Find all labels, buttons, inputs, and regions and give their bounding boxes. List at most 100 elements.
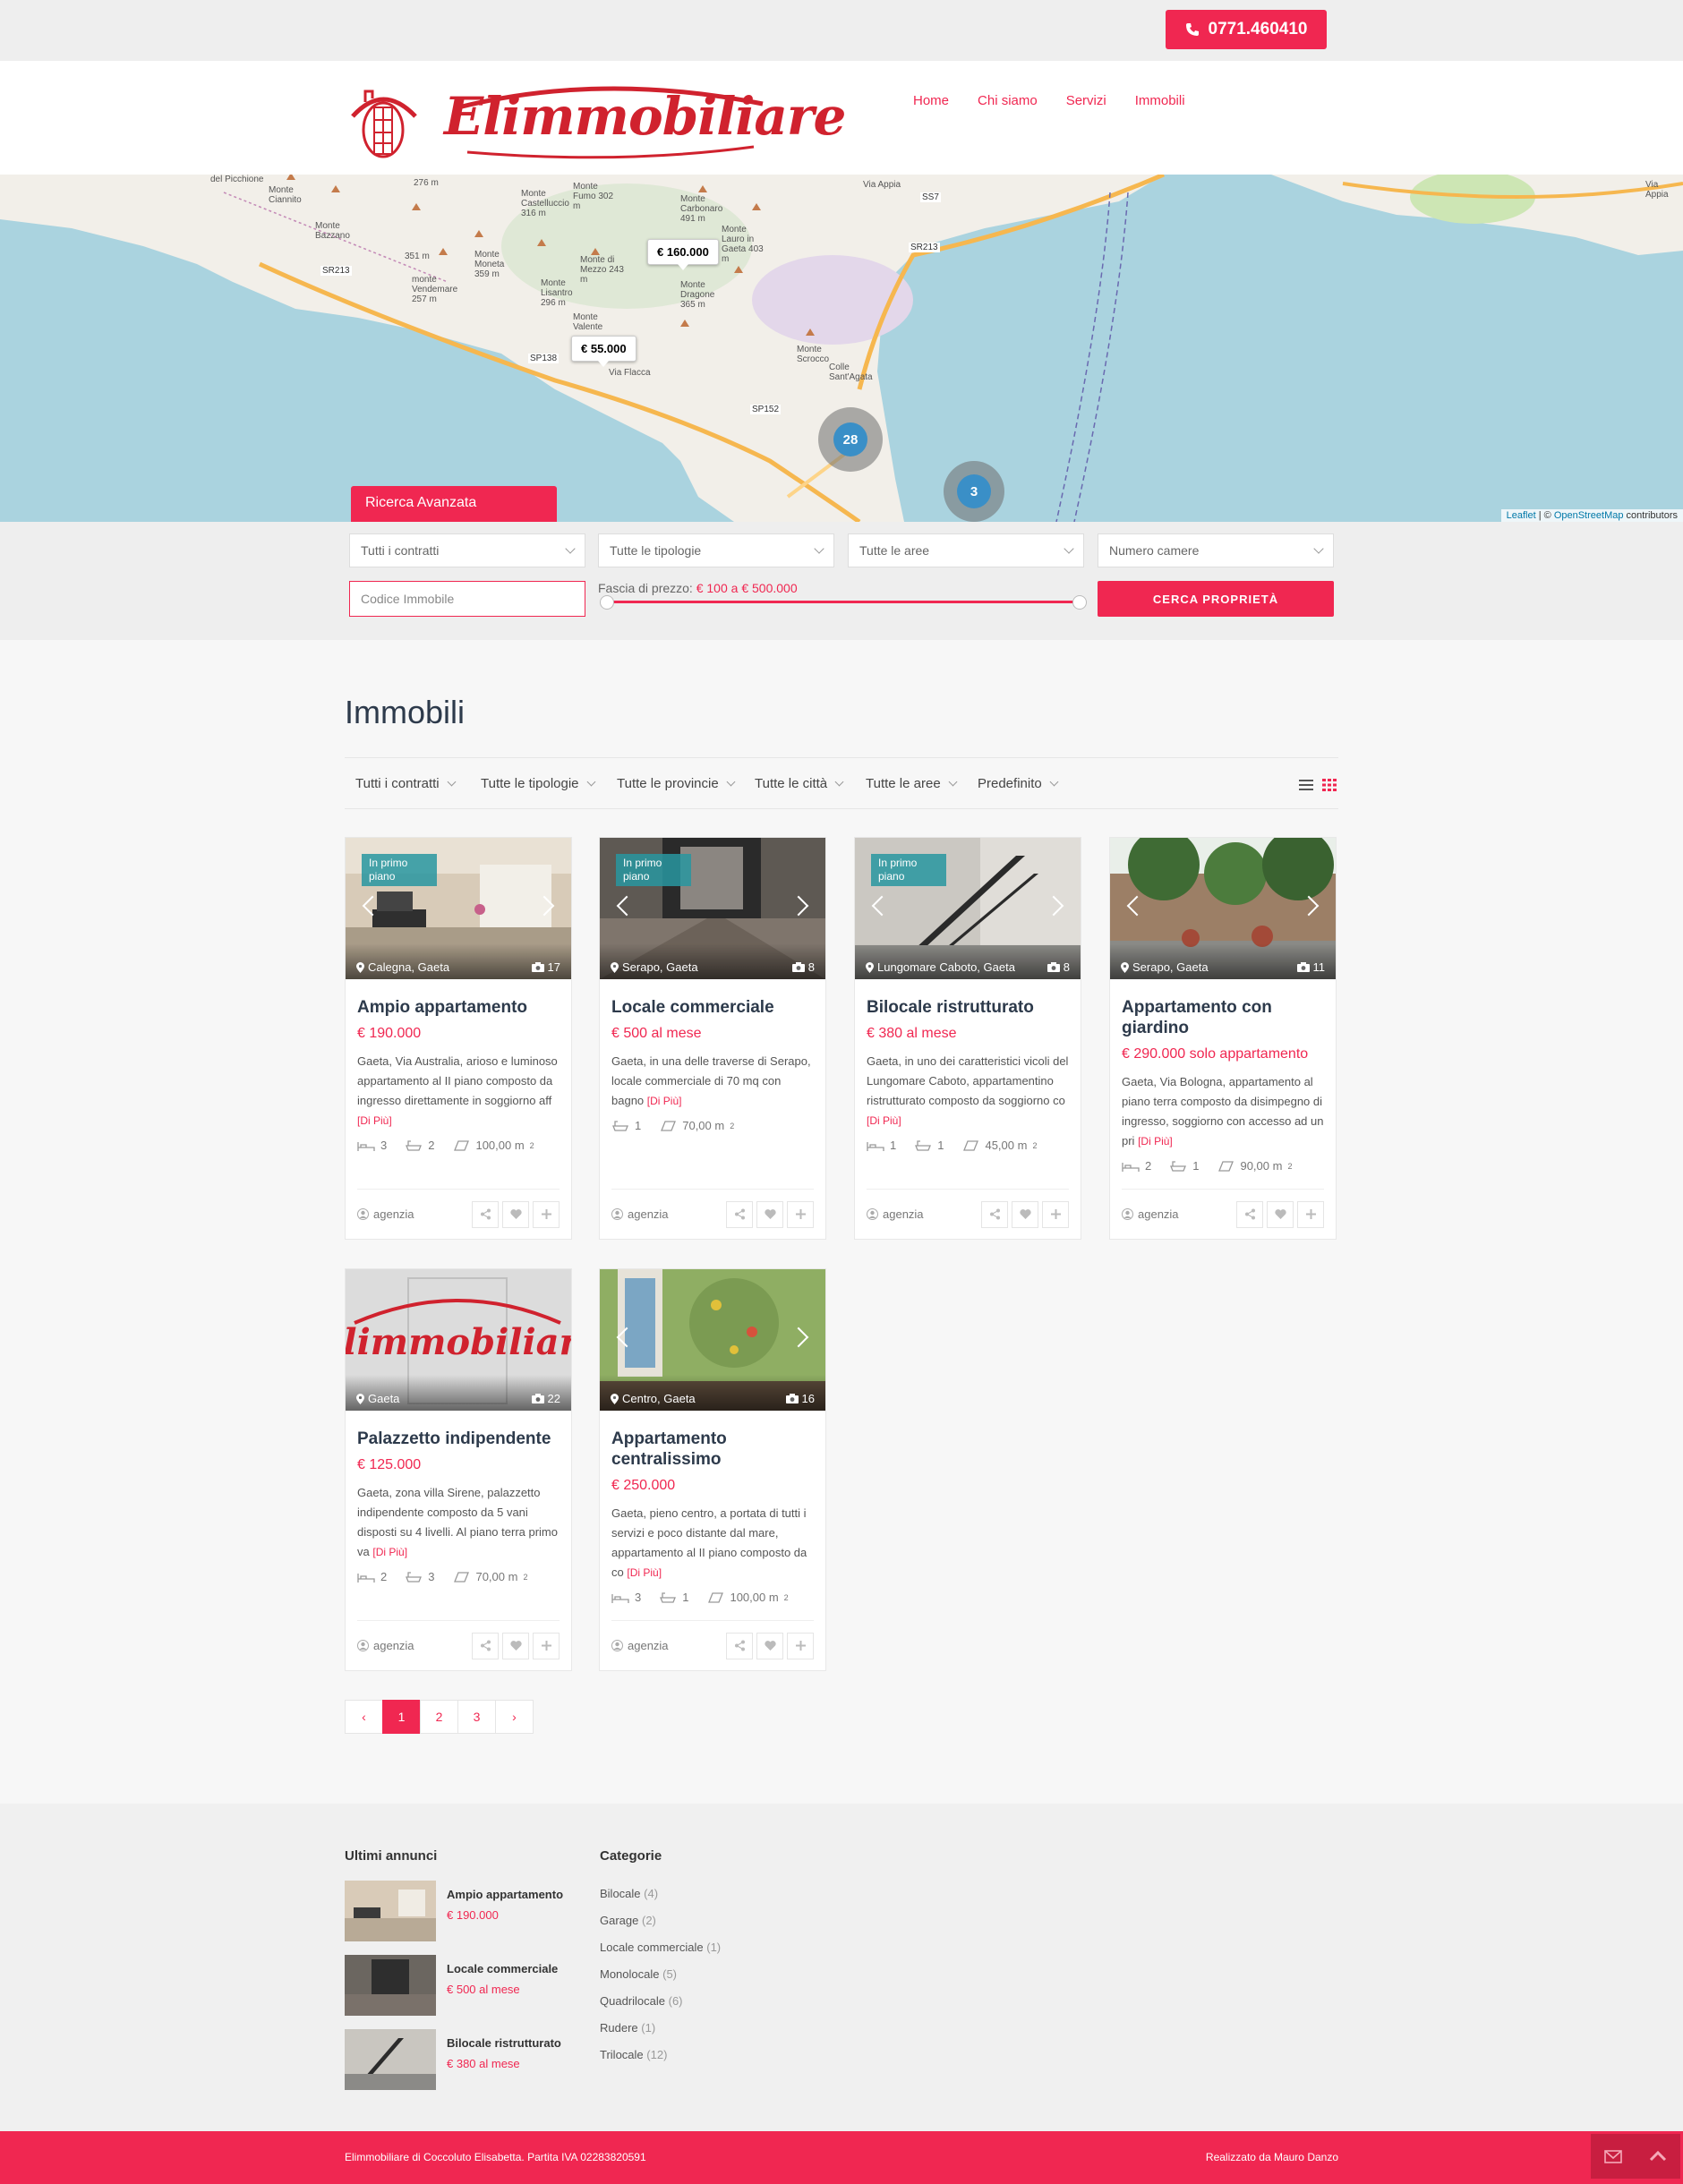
advanced-search-tab[interactable]: Ricerca Avanzata [351, 486, 557, 522]
read-more-link[interactable]: [Di Più] [627, 1566, 662, 1579]
recent-listing[interactable]: Ampio appartamento € 190.000 [345, 1881, 577, 1941]
agent-link[interactable]: agenzia [357, 1207, 414, 1221]
filter-contract[interactable]: Tutti i contratti [355, 776, 457, 791]
price-slider-min-handle[interactable] [600, 595, 614, 610]
share-button[interactable] [1236, 1200, 1263, 1228]
read-more-link[interactable]: [Di Più] [372, 1546, 407, 1558]
list-view-icon[interactable] [1299, 780, 1313, 790]
category-link[interactable]: Garage (2) [600, 1914, 656, 1927]
agent-link[interactable]: agenzia [611, 1207, 669, 1221]
map-price-pin[interactable]: € 55.000 [571, 336, 636, 367]
property-code-input[interactable]: Codice Immobile [349, 581, 585, 617]
share-button[interactable] [726, 1200, 753, 1228]
agent-link[interactable]: agenzia [1122, 1207, 1179, 1221]
favorite-button[interactable] [1267, 1200, 1294, 1228]
property-photo[interactable]: Centro, Gaeta 16 [600, 1269, 825, 1411]
compare-button[interactable] [787, 1632, 814, 1659]
recent-listing[interactable]: Bilocale ristrutturato € 380 al mese [345, 2029, 577, 2090]
favorite-button[interactable] [502, 1200, 529, 1228]
filter-city[interactable]: Tutte le città [755, 776, 844, 791]
price-slider-max-handle[interactable] [1072, 595, 1087, 610]
search-properties-button[interactable]: CERCA PROPRIETÀ [1098, 581, 1334, 617]
property-card[interactable]: Elimmobiliare Gaeta 22 Palazzetto indipende… [345, 1268, 572, 1671]
property-photo[interactable]: In primo piano Serapo, Gaeta 8 [600, 838, 825, 979]
read-more-link[interactable]: [Di Più] [867, 1114, 901, 1127]
category-link[interactable]: Rudere (1) [600, 2021, 655, 2035]
filter-province[interactable]: Tutte le provincie [617, 776, 736, 791]
property-title[interactable]: Palazzetto indipendente [357, 1429, 560, 1449]
category-link[interactable]: Monolocale (5) [600, 1967, 677, 1981]
compare-button[interactable] [533, 1200, 560, 1228]
category-link[interactable]: Bilocale (4) [600, 1887, 658, 1900]
compare-button[interactable] [1042, 1200, 1069, 1228]
type-select[interactable]: Tutte le tipologie [598, 533, 834, 567]
nav-home[interactable]: Home [913, 93, 949, 108]
category-link[interactable]: Trilocale (12) [600, 2048, 667, 2061]
property-photo[interactable]: In primo piano Calegna, Gaeta 17 [346, 838, 571, 979]
property-title[interactable]: Ampio appartamento [357, 997, 560, 1018]
page-3[interactable]: 3 [457, 1700, 496, 1734]
agent-link[interactable]: agenzia [611, 1639, 669, 1652]
property-title[interactable]: Appartamento con giardino [1122, 997, 1324, 1038]
property-photo[interactable]: Elimmobiliare Gaeta 22 [346, 1269, 571, 1411]
area-select[interactable]: Tutte le aree [848, 533, 1084, 567]
property-title[interactable]: Locale commerciale [611, 997, 814, 1018]
read-more-link[interactable]: [Di Più] [357, 1114, 392, 1127]
favorite-button[interactable] [502, 1632, 529, 1659]
property-card[interactable]: Serapo, Gaeta 11 Appartamento con giardino… [1109, 837, 1337, 1240]
user-icon [357, 1640, 369, 1651]
nav-servizi[interactable]: Servizi [1066, 93, 1106, 108]
property-photo[interactable]: In primo piano Lungomare Caboto, Gaeta 8 [855, 838, 1081, 979]
property-photo[interactable]: Serapo, Gaeta 11 [1110, 838, 1336, 979]
scroll-top-button[interactable] [1636, 2134, 1680, 2179]
grid-view-icon[interactable] [1322, 779, 1337, 791]
compare-button[interactable] [533, 1632, 560, 1659]
property-card[interactable]: In primo piano Calegna, Gaeta 17 Ampio appa… [345, 837, 572, 1240]
page-1[interactable]: 1 [382, 1700, 421, 1734]
nav-immobili[interactable]: Immobili [1135, 93, 1185, 108]
share-button[interactable] [472, 1632, 499, 1659]
category-link[interactable]: Locale commerciale (1) [600, 1941, 721, 1954]
contract-select[interactable]: Tutti i contratti [349, 533, 585, 567]
camera-icon [531, 962, 544, 972]
share-button[interactable] [472, 1200, 499, 1228]
property-card[interactable]: In primo piano Serapo, Gaeta 8 Locale comme… [599, 837, 826, 1240]
property-title[interactable]: Appartamento centralissimo [611, 1429, 814, 1470]
filter-type[interactable]: Tutte le tipologie [481, 776, 595, 791]
map-cluster[interactable]: 28 [818, 407, 883, 472]
read-more-link[interactable]: [Di Più] [647, 1095, 682, 1107]
credit-text[interactable]: Realizzato da Mauro Danzo [1206, 2151, 1338, 2163]
recent-listing[interactable]: Locale commerciale € 500 al mese [345, 1955, 577, 2016]
favorite-button[interactable] [756, 1200, 783, 1228]
nav-chi-siamo[interactable]: Chi siamo [978, 93, 1038, 108]
agent-link[interactable]: agenzia [867, 1207, 924, 1221]
share-button[interactable] [726, 1632, 753, 1659]
filter-sort[interactable]: Predefinito [978, 776, 1059, 791]
leaflet-link[interactable]: Leaflet [1507, 510, 1536, 521]
site-logo[interactable]: Elimmobiliare [347, 81, 846, 161]
category-link[interactable]: Quadrilocale (6) [600, 1994, 683, 2008]
compare-button[interactable] [787, 1200, 814, 1228]
page-next[interactable]: › [495, 1700, 534, 1734]
map-cluster[interactable]: 3 [944, 461, 1004, 522]
read-more-link[interactable]: [Di Più] [1138, 1135, 1173, 1147]
property-map[interactable]: del Picchione Monte Ciannito Monte Bazza… [0, 175, 1683, 522]
page-prev[interactable]: ‹ [345, 1700, 383, 1734]
filter-area[interactable]: Tutte le aree [866, 776, 958, 791]
favorite-button[interactable] [756, 1632, 783, 1659]
price-slider-track[interactable] [607, 601, 1080, 603]
phone-button[interactable]: 0771.460410 [1166, 10, 1327, 49]
favorite-button[interactable] [1012, 1200, 1038, 1228]
contact-button[interactable] [1591, 2134, 1636, 2179]
agent-link[interactable]: agenzia [357, 1639, 414, 1652]
property-card[interactable]: In primo piano Lungomare Caboto, Gaeta 8 Bi… [854, 837, 1081, 1240]
page-2[interactable]: 2 [420, 1700, 458, 1734]
property-card[interactable]: Centro, Gaeta 16 Appartamento centralissim… [599, 1268, 826, 1671]
price-range-label: Fascia di prezzo: € 100 a € 500.000 [598, 581, 798, 595]
property-title[interactable]: Bilocale ristrutturato [867, 997, 1069, 1018]
map-price-pin[interactable]: € 160.000 [647, 239, 719, 270]
rooms-select[interactable]: Numero camere [1098, 533, 1334, 567]
share-button[interactable] [981, 1200, 1008, 1228]
osm-link[interactable]: OpenStreetMap [1554, 510, 1624, 521]
compare-button[interactable] [1297, 1200, 1324, 1228]
